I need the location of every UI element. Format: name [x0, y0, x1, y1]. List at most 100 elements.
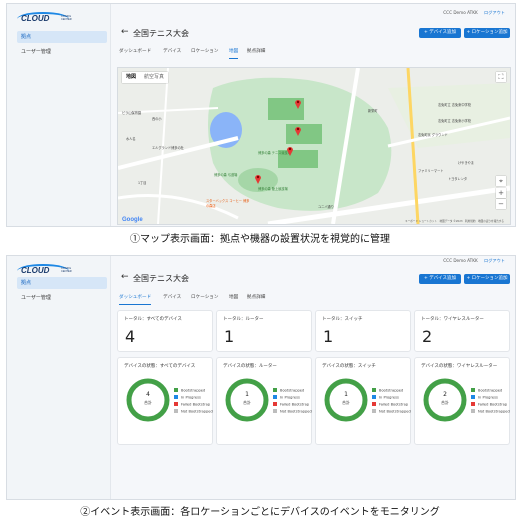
map-type-toggle: 地図 航空写真 [122, 72, 169, 83]
donut-total-value: 2 [443, 391, 447, 398]
card-label: トータル：すべてのデバイス [124, 317, 182, 322]
legend-item[interactable]: In Progress [174, 395, 213, 402]
legend-item[interactable]: Not Bootstrapped [471, 409, 510, 416]
legend-swatch-bootstrapped [273, 388, 277, 392]
legend-item[interactable]: Bootstrapped [273, 388, 312, 395]
legend-swatch-failed [174, 402, 178, 406]
donut-total-label: 合計 [243, 400, 251, 405]
map-label: 志免町立 志免東中学校 [438, 103, 471, 107]
map-label: ピラ山保育園 [122, 111, 142, 115]
legend-item[interactable]: In Progress [372, 395, 411, 402]
card-value: 1 [323, 327, 334, 346]
map-label: ユニバ通り [318, 205, 334, 209]
sidebar: CLOUD CONFIG CENTER 拠点 ユーザー管理 [7, 4, 111, 226]
back-arrow-icon[interactable]: ← [121, 27, 129, 37]
add-location-button[interactable]: + ロケーション追加 [464, 28, 510, 38]
cloud-config-center-logo: CLOUD CONFIG CENTER [17, 262, 77, 278]
donut-total-label: 合計 [441, 400, 449, 405]
donut-legend: Bootstrapped In Progress Failed Bootstra… [471, 388, 510, 416]
card-label: デバイスの状態：ルーター [223, 364, 277, 369]
donut-total-value: 4 [146, 391, 150, 398]
legend-item[interactable]: In Progress [273, 395, 312, 402]
legend-item[interactable]: Not Bootstrapped [174, 409, 213, 416]
legend-item[interactable]: Bootstrapped [471, 388, 510, 395]
donut-legend: Bootstrapped In Progress Failed Bootstra… [273, 388, 312, 416]
map-label: けやきやま [458, 161, 474, 165]
legend-swatch-not-bootstrapped [372, 409, 376, 413]
logout-link[interactable]: ログアウト [484, 10, 505, 15]
card-label: デバイスの状態：すべてのデバイス [124, 364, 196, 369]
card-label: トータル：スイッチ [322, 317, 363, 322]
location-pin-icon[interactable] [294, 98, 302, 109]
donut-legend: Bootstrapped In Progress Failed Bootstra… [174, 388, 213, 416]
add-device-button[interactable]: + デバイス追加 [419, 274, 461, 284]
legend-swatch-bootstrapped [174, 388, 178, 392]
sidebar-item-user-management[interactable]: ユーザー管理 [17, 292, 107, 304]
card-label: トータル：ワイヤレスルーター [421, 317, 484, 322]
pegman-icon[interactable]: ⌖ [496, 176, 506, 186]
tab-site-details[interactable]: 拠点詳細 [247, 292, 265, 304]
location-pin-icon[interactable] [286, 145, 294, 156]
map-type-map[interactable]: 地図 [122, 72, 140, 83]
tab-locations[interactable]: ロケーション [191, 46, 218, 58]
donut-total-label: 合計 [144, 400, 152, 405]
card-label: トータル：ルーター [223, 317, 264, 322]
legend-swatch-failed [471, 402, 475, 406]
map-label: エルグランド博多の杜 [152, 146, 184, 150]
sidebar-item-sites[interactable]: 拠点 [17, 277, 107, 289]
tab-locations[interactable]: ロケーション [191, 292, 218, 304]
map-view[interactable]: 地図 航空写真 ピラ山保育園 博多の森 テニス競技場 博多の森 陸上競技場 博多… [117, 67, 511, 225]
donut-total-value: 1 [245, 391, 249, 398]
sidebar-item-user-management[interactable]: ユーザー管理 [17, 46, 107, 58]
legend-item[interactable]: In Progress [471, 395, 510, 402]
legend-item[interactable]: Failed Bootstrap [471, 402, 510, 409]
legend-item[interactable]: Failed Bootstrap [372, 402, 411, 409]
add-device-button[interactable]: + デバイス追加 [419, 28, 461, 38]
status-card: デバイスの状態：ワイヤレスルーター 2 合計 Bootstrapped In P… [414, 357, 510, 445]
legend-item[interactable]: Failed Bootstrap [174, 402, 213, 409]
map-label: 志免町民 グラウンド [418, 133, 448, 137]
legend-swatch-not-bootstrapped [273, 409, 277, 413]
map-label: スターバックス コーヒー 博多の森店 [206, 199, 250, 208]
google-logo: Google [122, 217, 143, 223]
map-label: ファミリーマート [418, 169, 444, 173]
legend-swatch-in-progress [273, 395, 277, 399]
location-pin-icon[interactable] [294, 125, 302, 136]
fullscreen-icon[interactable]: ⛶ [496, 72, 506, 82]
tab-map[interactable]: 地図 [229, 46, 239, 59]
zoom-in-button[interactable]: + [496, 188, 506, 198]
card-value: 2 [422, 327, 433, 346]
tab-dashboard[interactable]: ダッシュボード [119, 292, 152, 305]
legend-item[interactable]: Not Bootstrapped [372, 409, 411, 416]
legend-swatch-failed [273, 402, 277, 406]
legend-item[interactable]: Bootstrapped [174, 388, 213, 395]
add-location-button[interactable]: + ロケーション追加 [464, 274, 510, 284]
donut-total-value: 1 [344, 391, 348, 398]
tab-site-details[interactable]: 拠点詳細 [247, 46, 265, 58]
map-label: 博多の森 陸上競技場 [258, 187, 288, 191]
legend-swatch-in-progress [471, 395, 475, 399]
location-pin-icon[interactable] [254, 173, 262, 184]
map-label: 博多の森 弓道場 [214, 173, 238, 177]
map-label: 新栄町 [368, 109, 378, 113]
legend-item[interactable]: Bootstrapped [372, 388, 411, 395]
zoom-out-button[interactable]: − [496, 199, 506, 209]
legend-swatch-bootstrapped [471, 388, 475, 392]
map-attribution[interactable]: キーボード ショートカット 地図データ ©2023 利用規約 地図の誤りを報告す… [405, 219, 504, 223]
total-card: トータル：すべてのデバイス 4 [117, 310, 213, 352]
map-screen: CLOUD CONFIG CENTER 拠点 ユーザー管理 CCC Demo A… [6, 3, 516, 227]
legend-item[interactable]: Not Bootstrapped [273, 409, 312, 416]
legend-item[interactable]: Failed Bootstrap [273, 402, 312, 409]
total-card: トータル：ワイヤレスルーター 2 [414, 310, 510, 352]
back-arrow-icon[interactable]: ← [121, 272, 129, 282]
map-type-satellite[interactable]: 航空写真 [140, 72, 168, 83]
logout-link[interactable]: ログアウト [484, 258, 505, 263]
sidebar-item-sites[interactable]: 拠点 [17, 31, 107, 43]
caption-map-screen: ①マップ表示画面：拠点や機器の設置状況を視覚的に管理 [130, 234, 390, 245]
card-label: デバイスの状態：ワイヤレスルーター [421, 364, 498, 369]
tab-devices[interactable]: デバイス [163, 292, 181, 304]
tab-dashboard[interactable]: ダッシュボード [119, 46, 151, 58]
legend-swatch-in-progress [174, 395, 178, 399]
tab-devices[interactable]: デバイス [163, 46, 181, 58]
tab-map[interactable]: 地図 [229, 292, 238, 304]
